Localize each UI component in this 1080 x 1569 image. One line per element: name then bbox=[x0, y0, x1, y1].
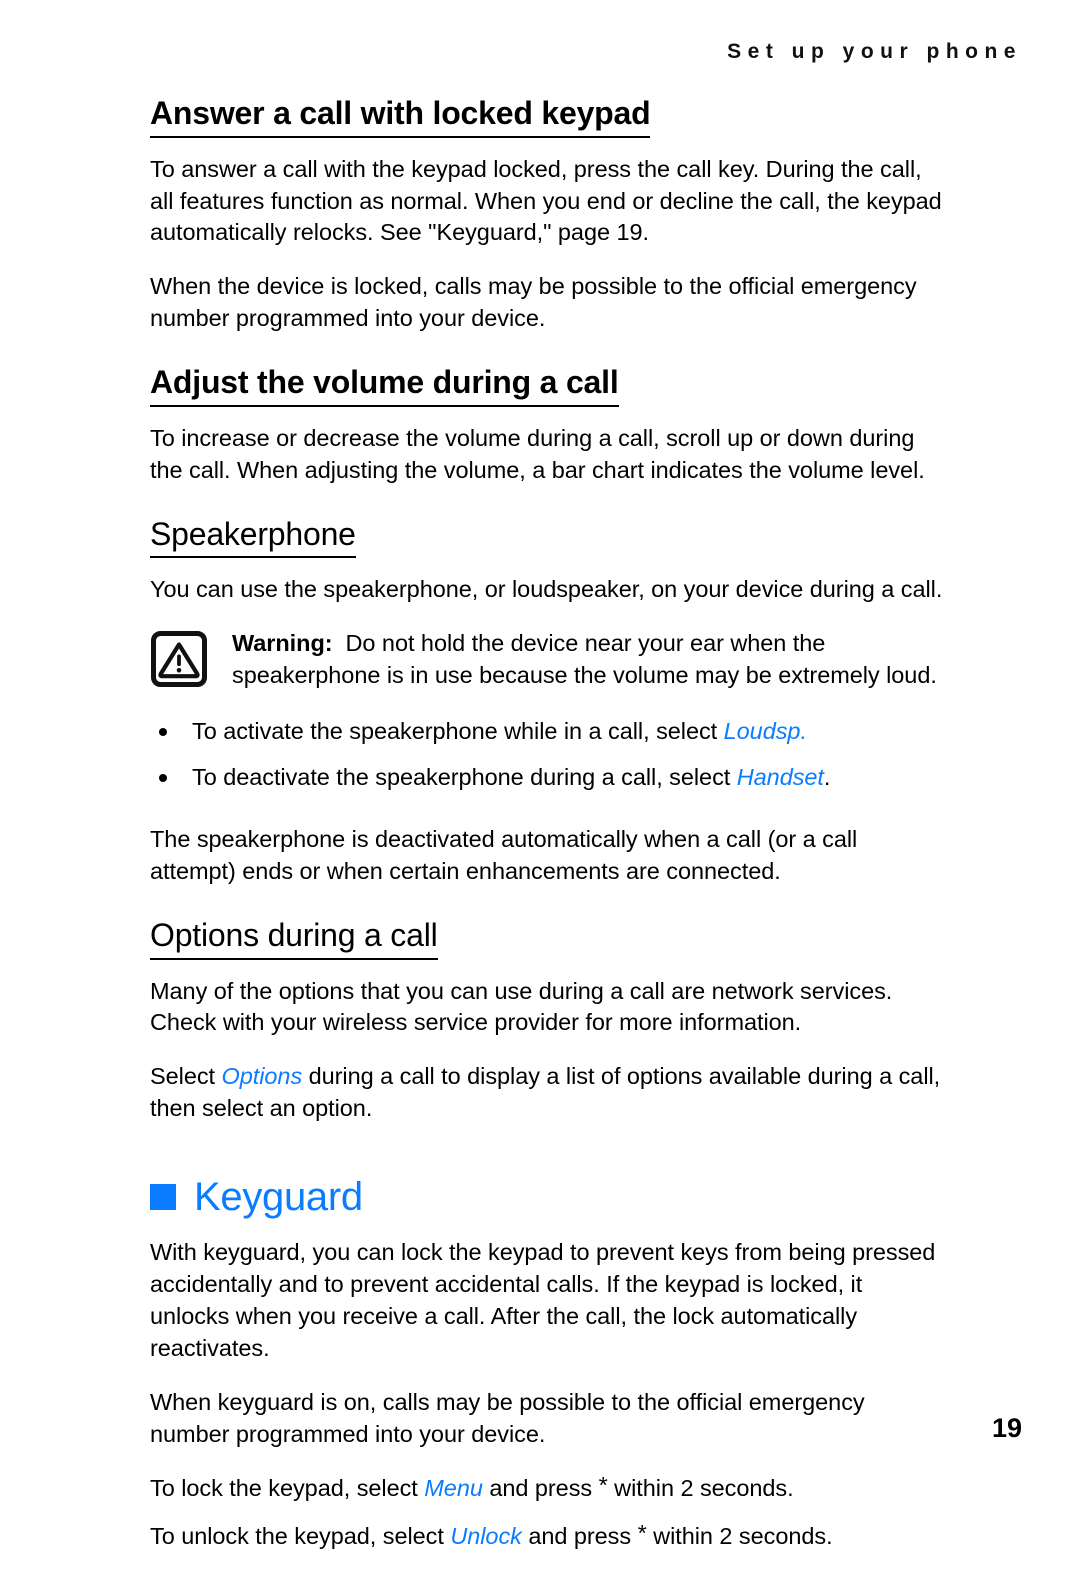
asterisk-key-glyph: * bbox=[598, 1472, 608, 1499]
lock-line-emphasis: Menu bbox=[424, 1475, 483, 1502]
section-heading-answer-call: Answer a call with locked keypad bbox=[150, 96, 651, 138]
page-number: 19 bbox=[991, 1413, 1022, 1443]
paragraph-adjust-volume: To increase or decrease the volume durin… bbox=[150, 424, 925, 483]
paragraph-speakerphone-intro: You can use the speakerphone, or loudspe… bbox=[150, 576, 943, 603]
paragraph-keyguard-1: With keyguard, you can lock the keypad t… bbox=[150, 1239, 936, 1362]
section-heading-adjust-volume-wrap: Adjust the volume during a call bbox=[150, 365, 945, 423]
options-select-lead: Select bbox=[150, 1063, 222, 1090]
section-heading-options-wrap: Options during a call bbox=[150, 918, 945, 976]
warning-triangle-icon bbox=[151, 631, 207, 688]
unlock-line-trail: within 2 seconds. bbox=[646, 1523, 833, 1550]
running-header: Set up your phone bbox=[727, 40, 1022, 63]
list-item: To deactivate the speakerphone during a … bbox=[150, 762, 945, 794]
lock-line-lead: To lock the keypad, select bbox=[150, 1475, 425, 1502]
warning-callout: Warning: Do not hold the device near you… bbox=[150, 628, 945, 692]
list-item: To activate the speakerphone while in a … bbox=[150, 716, 945, 748]
warning-text: Warning: Do not hold the device near you… bbox=[208, 628, 945, 692]
paragraph-speakerphone-closing: The speakerphone is deactivated automati… bbox=[150, 826, 858, 885]
page-content: Answer a call with locked keypad To answ… bbox=[150, 96, 945, 1569]
paragraph-options-1: Many of the options that you can use dur… bbox=[150, 977, 893, 1036]
bullet-2-lead: To deactivate the speakerphone during a … bbox=[192, 764, 737, 791]
section-heading-adjust-volume: Adjust the volume during a call bbox=[150, 365, 619, 407]
chapter-title-text: Keyguard bbox=[194, 1175, 363, 1220]
section-heading-speakerphone-wrap: Speakerphone bbox=[150, 517, 945, 575]
bullet-dot-icon bbox=[159, 728, 167, 737]
paragraph-answer-call-2: When the device is locked, calls may be … bbox=[150, 273, 917, 332]
bullet-2-trail: . bbox=[823, 764, 831, 791]
paragraph-lock-keypad: To lock the keypad, select Menu and pres… bbox=[150, 1473, 945, 1505]
lock-line-mid: and press bbox=[482, 1475, 599, 1502]
unlock-line-lead: To unlock the keypad, select bbox=[150, 1523, 451, 1550]
section-heading-answer-call-wrap: Answer a call with locked keypad bbox=[150, 96, 945, 154]
paragraph-keyguard-2: When keyguard is on, calls may be possib… bbox=[150, 1389, 865, 1448]
paragraph-answer-call-1: To answer a call with the keypad locked,… bbox=[150, 155, 942, 246]
bullet-1-lead: To activate the speakerphone while in a … bbox=[192, 718, 724, 745]
paragraph-options-select: Select Options during a call to display … bbox=[150, 1061, 945, 1125]
asterisk-key-glyph: * bbox=[637, 1520, 647, 1547]
paragraph-unlock-keypad: To unlock the keypad, select Unlock and … bbox=[150, 1521, 945, 1553]
bullet-1-emphasis: Loudsp. bbox=[723, 718, 807, 745]
chapter-heading-keyguard: Keyguard bbox=[150, 1177, 945, 1217]
bullet-dot-icon bbox=[159, 774, 167, 783]
options-select-emphasis: Options bbox=[221, 1063, 303, 1090]
speakerphone-bullet-list: To activate the speakerphone while in a … bbox=[150, 716, 945, 794]
section-heading-speakerphone: Speakerphone bbox=[150, 517, 356, 559]
warning-label: Warning: bbox=[232, 630, 333, 657]
document-page: Set up your phone Answer a call with loc… bbox=[0, 0, 1080, 1549]
unlock-line-mid: and press bbox=[521, 1523, 638, 1550]
bullet-2-emphasis: Handset bbox=[736, 764, 824, 791]
square-bullet-icon bbox=[150, 1184, 176, 1211]
lock-line-trail: within 2 seconds. bbox=[607, 1475, 794, 1502]
unlock-line-emphasis: Unlock bbox=[450, 1523, 522, 1550]
section-heading-options-during-call: Options during a call bbox=[150, 918, 438, 960]
